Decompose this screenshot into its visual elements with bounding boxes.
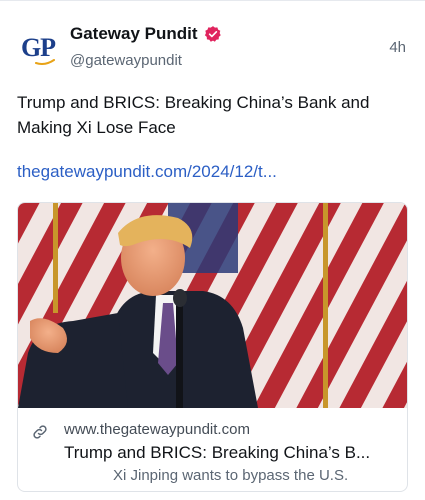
card-title[interactable]: Trump and BRICS: Breaking China’s B... xyxy=(64,443,399,463)
handle[interactable]: @gatewaypundit xyxy=(70,52,182,69)
card-meta[interactable]: www.thegatewaypundit.com Trump and BRICS… xyxy=(18,408,407,491)
avatar-swoosh-icon xyxy=(35,59,55,65)
card-description: Xi Jinping wants to bypass the U.S. xyxy=(113,467,349,484)
timestamp[interactable]: 4h xyxy=(389,39,406,56)
author-row[interactable]: Gateway Pundit xyxy=(70,24,222,44)
avatar[interactable]: GP xyxy=(15,27,61,73)
verified-badge-icon xyxy=(204,26,221,42)
post[interactable]: GP Gateway Pundit @gatewaypundit 4h Trum… xyxy=(0,0,425,500)
avatar-logo-text: GP xyxy=(20,33,56,62)
display-name[interactable]: Gateway Pundit xyxy=(70,24,198,44)
link-icon xyxy=(33,425,47,439)
post-text: Trump and BRICS: Breaking China’s Bank a… xyxy=(17,93,370,137)
post-link[interactable]: thegatewaypundit.com/2024/12/t... xyxy=(17,162,277,182)
link-preview-card[interactable]: www.thegatewaypundit.com Trump and BRICS… xyxy=(17,202,408,492)
card-domain: www.thegatewaypundit.com xyxy=(64,421,250,438)
card-image[interactable] xyxy=(18,203,407,408)
